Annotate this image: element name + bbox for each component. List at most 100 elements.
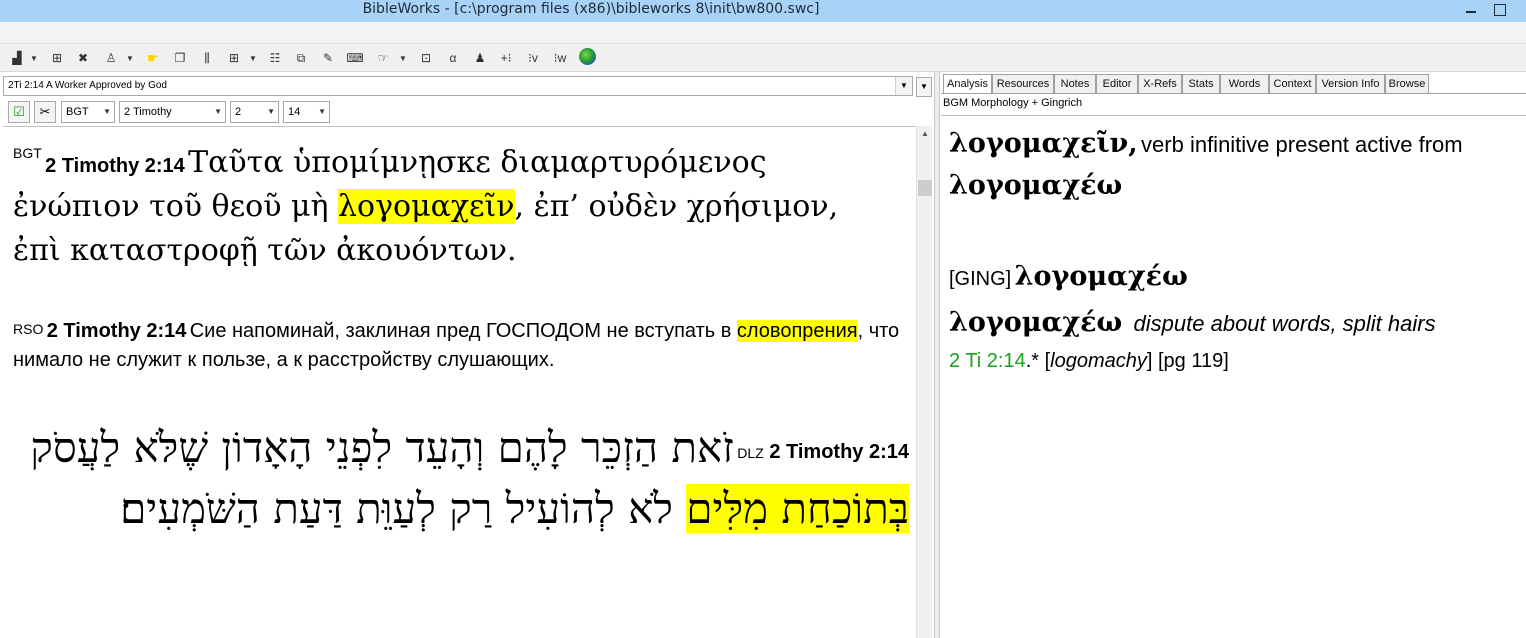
chart-icon[interactable]: ▟ [8, 49, 26, 67]
title-bar: BibleWorks - [c:\program files (x86)\bib… [0, 0, 1526, 22]
chevron-down-icon[interactable]: ▼ [125, 49, 135, 67]
chevron-down-icon[interactable]: ▼ [248, 49, 258, 67]
wrench-icon: ✂ [39, 104, 51, 119]
verse-reference[interactable]: 2 Timothy 2:14 [45, 155, 185, 177]
binoculars-icon[interactable]: ⊞ [48, 49, 66, 67]
reference-link[interactable]: 2 Ti 2:14 [949, 350, 1026, 372]
windows-icon[interactable]: ❐ [171, 49, 189, 67]
grid-icon[interactable]: ⊞ [225, 49, 243, 67]
cursor-hand-icon[interactable]: ☞ [374, 49, 392, 67]
parse-description: verb infinitive present active from [1141, 132, 1463, 157]
menu-bar [0, 22, 1526, 44]
gingrich-entry: λογομαχέω dispute about words, split hai… [949, 307, 1436, 338]
chevron-down-icon[interactable]: ▼ [398, 49, 408, 67]
verse-reference[interactable]: 2 Timothy 2:14 [769, 441, 909, 463]
analysis-parse-line: λογομαχεῖν, verb infinitive present acti… [949, 128, 1463, 159]
verse-text[interactable]: Сие напоминай, заклиная пред ГОСПОДОМ не… [190, 320, 737, 342]
analysis-window: λογομαχεῖν, verb infinitive present acti… [941, 115, 1526, 638]
tab-x-refs[interactable]: X-Refs [1138, 74, 1182, 93]
scroll-thumb[interactable] [918, 180, 932, 196]
globe-icon[interactable] [579, 48, 596, 65]
verse-selector-value: 2Ti 2:14 A Worker Approved by God [8, 80, 167, 91]
resource-label: BGM Morphology + Gingrich [943, 97, 1083, 109]
tab-browse[interactable]: Browse [1385, 74, 1429, 93]
definition: dispute about words, split hairs [1133, 311, 1436, 336]
verse-dlz: DLZ 2 Timothy 2:14 זֹאת הַזְכֵּר לָהֶם ו… [3, 417, 909, 539]
text-icon[interactable]: α [444, 49, 462, 67]
cursor-icon[interactable]: ☛ [144, 49, 162, 67]
gingrich-reference: 2 Ti 2:14.* [logomachy] [pg 119] [949, 350, 1229, 373]
tree-icon[interactable]: ♟ [471, 49, 489, 67]
analysis-lemma-line: λογομαχέω [949, 170, 1122, 201]
parsed-word[interactable]: λογομαχεῖν, [949, 128, 1138, 159]
verse-reference[interactable]: 2 Timothy 2:14 [47, 320, 187, 342]
check-icon: ☑ [13, 104, 25, 119]
checklist-button[interactable]: ☑ [8, 101, 30, 123]
w-icon[interactable]: ⁝w [549, 49, 571, 67]
etymology: logomachy [1050, 350, 1147, 372]
reference-suffix: .* [ [1025, 350, 1051, 372]
verse-rso: RSO 2 Timothy 2:14 Сие напоминай, заклин… [13, 317, 903, 375]
tab-stats[interactable]: Stats [1182, 74, 1220, 93]
verse-label: DLZ 2 Timothy 2:14 [737, 441, 909, 464]
verse-bgt: BGT 2 Timothy 2:14 Ταῦτα ὑπομίμνῃσκε δια… [13, 141, 893, 273]
chevron-down-icon[interactable]: ▼ [29, 49, 39, 67]
search-person-icon[interactable]: ♙ [102, 49, 120, 67]
verse-selector[interactable]: 2Ti 2:14 A Worker Approved by God ▼ [3, 76, 913, 96]
version-select[interactable]: BGT ▼ [61, 101, 115, 123]
analysis-tabs: Analysis Resources Notes Editor X-Refs S… [941, 74, 1526, 94]
list-icon[interactable]: ☷ [266, 49, 284, 67]
tab-version-info[interactable]: Version Info [1316, 74, 1385, 93]
main-toolbar: ▟ ▼ ⊞ ✖ ♙ ▼ ☛ ❐ ⫼ ⊞ ▼ ☷ ⧉ ✎ ⌨ ☞ ▼ ⊡ α ♟ … [0, 44, 1526, 72]
plus-icon[interactable]: +⁝ [497, 49, 515, 67]
tools-icon[interactable]: ✖ [74, 49, 92, 67]
maximize-button[interactable] [1488, 0, 1526, 22]
version-code[interactable]: RSO [13, 321, 43, 337]
version-select-value: BGT [66, 106, 89, 118]
browse-controls: ☑ ✂ BGT ▼ 2 Timothy ▼ 2 ▼ 14 ▼ [0, 100, 934, 124]
parse-icon[interactable]: ⁝v [522, 49, 544, 67]
minimize-button[interactable] [1458, 1, 1484, 19]
verse-text[interactable]: זֹאת הַזְכֵּר לָהֶם וְהָעֵד לִפְנֵי הָאָ… [30, 423, 734, 472]
entry-lemma[interactable]: λογομαχέω [949, 307, 1122, 338]
chevron-down-icon: ▼ [214, 107, 222, 116]
chevron-down-icon: ▼ [318, 107, 326, 116]
tab-context[interactable]: Context [1269, 74, 1316, 93]
lemma[interactable]: λογομαχέω [949, 170, 1122, 201]
browse-scrollbar[interactable]: ▲ [916, 126, 932, 638]
highlighted-word[interactable]: словопрения [736, 320, 858, 342]
tab-editor[interactable]: Editor [1096, 74, 1138, 93]
chevron-down-icon[interactable]: ▼ [895, 77, 912, 95]
lexicon-tag: [GING] [949, 268, 1012, 290]
notes-icon[interactable]: ✎ [319, 49, 337, 67]
keyboard-icon[interactable]: ⌨ [346, 49, 364, 67]
highlighted-word[interactable]: λογομαχεῖν [338, 189, 515, 224]
chevron-down-icon: ▼ [103, 107, 111, 116]
highlighted-word[interactable]: בְּתוֹכַחַת מִלִּים [686, 484, 909, 533]
chapter-select-value: 2 [235, 106, 242, 118]
tab-analysis[interactable]: Analysis [943, 74, 992, 94]
tab-resources[interactable]: Resources [992, 74, 1054, 93]
verse-select[interactable]: 14 ▼ [283, 101, 330, 123]
tools-button[interactable]: ✂ [34, 101, 56, 123]
book-select-value: 2 Timothy [124, 106, 172, 118]
verse-menu-button[interactable]: ▼ [916, 77, 932, 97]
diagram-icon[interactable]: ⊡ [417, 49, 435, 67]
book-select[interactable]: 2 Timothy ▼ [119, 101, 226, 123]
lexicon-lemma[interactable]: λογομαχέω [1015, 261, 1188, 292]
window-title: BibleWorks - [c:\program files (x86)\bib… [362, 1, 820, 17]
scroll-up-icon[interactable]: ▲ [917, 126, 933, 142]
gingrich-header: [GING] λογομαχέω [949, 261, 1188, 292]
tab-notes[interactable]: Notes [1054, 74, 1096, 93]
copy-icon[interactable]: ⧉ [292, 49, 310, 67]
version-code[interactable]: DLZ [737, 445, 763, 461]
pane-splitter[interactable] [934, 72, 940, 638]
columns-icon[interactable]: ⫼ [198, 49, 216, 67]
tab-divider [941, 93, 1526, 94]
tab-words[interactable]: Words [1220, 74, 1269, 93]
verse-text[interactable]: לֹא לְהוֹעִיל רַק לְעַוֵּת דַּעַת הַשֹּׁ… [120, 484, 686, 533]
chevron-down-icon: ▼ [267, 107, 275, 116]
version-code[interactable]: BGT [13, 145, 42, 161]
page-reference: ] [pg 119] [1146, 350, 1229, 372]
chapter-select[interactable]: 2 ▼ [230, 101, 279, 123]
